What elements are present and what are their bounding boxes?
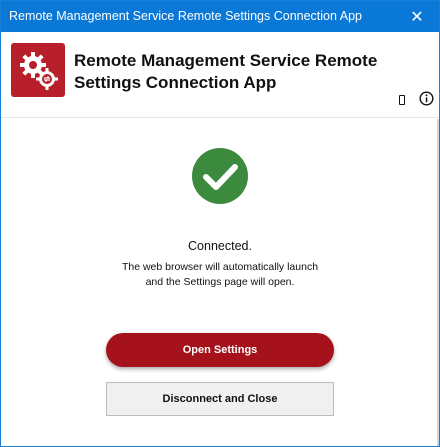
status-message: The web browser will automatically launc… xyxy=(1,260,439,290)
status-text: Connected. xyxy=(188,239,252,253)
message-line-1: The web browser will automatically launc… xyxy=(121,261,319,273)
message-line-2: and the Settings page will open. xyxy=(145,276,295,288)
device-icon[interactable] xyxy=(399,95,405,105)
close-button[interactable]: ✕ xyxy=(395,1,439,32)
close-icon: ✕ xyxy=(410,8,424,26)
window-title: Remote Management Service Remote Setting… xyxy=(9,9,362,23)
open-settings-button[interactable]: Open Settings xyxy=(106,333,334,367)
info-icon[interactable] xyxy=(419,91,434,106)
checkmark-icon xyxy=(192,148,248,204)
gears-exchange-icon xyxy=(20,52,58,90)
app-window: Remote Management Service Remote Setting… xyxy=(0,0,440,447)
app-logo xyxy=(11,43,65,97)
window-edge xyxy=(437,119,439,446)
app-header: Remote Management Service Remote Setting… xyxy=(1,32,439,118)
disconnect-and-close-button[interactable]: Disconnect and Close xyxy=(106,382,334,416)
title-bar: Remote Management Service Remote Setting… xyxy=(1,1,439,32)
app-title: Remote Management Service Remote Setting… xyxy=(74,51,378,92)
